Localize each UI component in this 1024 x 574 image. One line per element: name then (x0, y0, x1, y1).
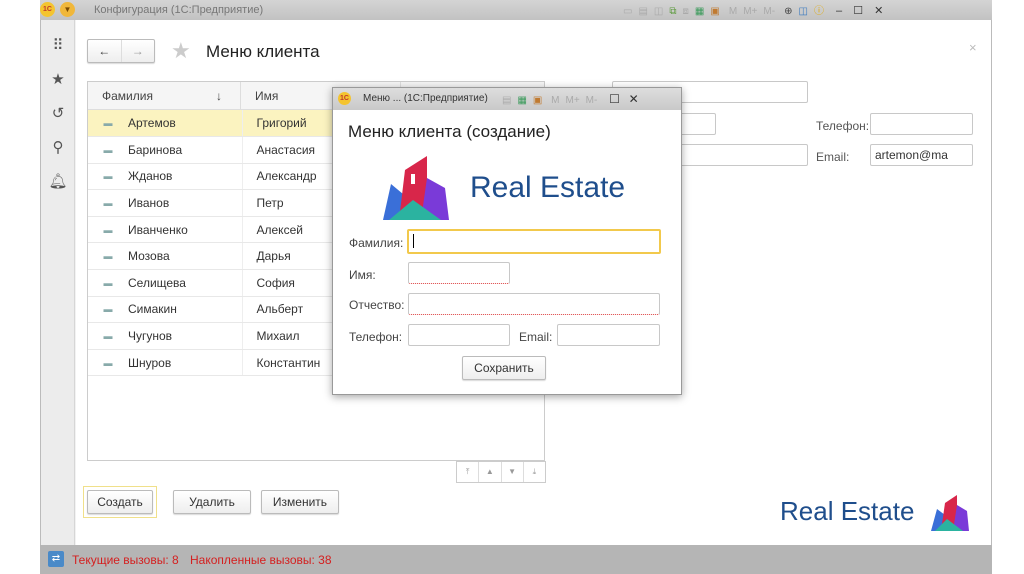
surname-input[interactable] (407, 229, 661, 254)
minimize-button[interactable]: – (836, 5, 842, 17)
move-down-button[interactable]: ▼ (502, 462, 524, 482)
preview-icon[interactable]: ◫ (654, 6, 663, 17)
dialog-heading: Меню клиента (создание) (348, 122, 551, 141)
name-label: Имя: (349, 268, 376, 282)
save-icon[interactable]: ▭ (623, 6, 632, 17)
dialog-calendar-icon[interactable]: ▣ (533, 95, 542, 106)
real-estate-logo-icon (931, 495, 969, 531)
name-input[interactable] (408, 262, 510, 284)
main-menu-icon[interactable]: ▼ (60, 2, 75, 17)
delete-button[interactable]: Удалить (173, 490, 251, 514)
cell-surname: Иванов (128, 189, 243, 217)
row-marker-icon: ▬ (88, 269, 128, 297)
row-marker-icon: ▬ (88, 136, 128, 164)
move-up-button[interactable]: ▲ (479, 462, 502, 482)
cell-surname: Мозова (128, 242, 243, 271)
phone-input[interactable] (408, 324, 510, 346)
row-marker-icon: ▬ (88, 242, 128, 271)
history-icon[interactable]: ↺ (41, 104, 75, 122)
cell-surname: Иванченко (128, 216, 243, 244)
dialog-1c-logo-icon: 1С (338, 92, 351, 105)
apps-grid-icon[interactable]: ⠿ (41, 36, 75, 54)
dialog-memory-minus[interactable]: M- (586, 95, 598, 106)
row-marker-icon: ▬ (88, 189, 128, 217)
favorite-star-icon[interactable]: ★ (171, 38, 191, 64)
brand-name: Real Estate (780, 496, 915, 526)
memory-minus-button[interactable]: M- (763, 6, 775, 17)
dialog-memory-plus[interactable]: M+ (565, 95, 579, 106)
memory-plus-button[interactable]: M+ (743, 6, 757, 17)
email-label-dialog: Email: (519, 330, 553, 344)
cell-surname: Артемов (128, 110, 243, 138)
save-button[interactable]: Сохранить (462, 356, 546, 380)
cell-surname: Жданов (128, 163, 243, 191)
row-marker-icon: ▬ (88, 296, 128, 324)
email-field[interactable]: artemon@ma (870, 144, 973, 166)
zoom-icon[interactable]: ⊕ (784, 6, 792, 17)
sort-down-icon: ↓ (216, 89, 222, 103)
maximize-button[interactable]: ☐ (853, 5, 863, 17)
window-title: Конфигурация (1С:Предприятие) (94, 4, 264, 16)
print-icon[interactable]: ▤ (638, 6, 647, 17)
title-bar: 1С ▼ Конфигурация (1С:Предприятие) ▭ ▤ ◫ ⧉ ⧈… (40, 0, 992, 20)
dialog-title: Меню ... (1С:Предприятие) (363, 93, 488, 104)
cell-surname: Баринова (128, 136, 243, 164)
phone-label: Телефон: (816, 119, 870, 133)
patronymic-field-bg[interactable] (676, 144, 808, 166)
cell-surname: Чугунов (128, 322, 243, 350)
dialog-calculator-icon[interactable]: ▦ (517, 95, 526, 106)
email-label: Email: (816, 150, 850, 164)
info-icon[interactable]: ⓘ (814, 6, 824, 17)
notifications-bell-icon[interactable]: 🔔︎ (41, 172, 75, 190)
cell-surname: Симакин (128, 296, 243, 324)
cell-surname: Селищева (128, 269, 243, 297)
back-button[interactable]: ← (88, 40, 122, 62)
close-form-icon[interactable]: × (969, 40, 977, 55)
move-top-button[interactable]: ⤒ (457, 462, 480, 482)
link-icon[interactable]: ⧉ (669, 6, 676, 17)
dialog-real-estate-logo-icon (383, 156, 449, 220)
current-calls: Текущие вызовы: 8 (72, 553, 179, 567)
cell-surname: Шнуров (128, 349, 243, 377)
row-marker-icon: ▬ (88, 110, 128, 138)
dialog-print-icon[interactable]: ▤ (502, 95, 511, 106)
patronymic-label: Отчество: (349, 298, 405, 312)
1c-logo-icon[interactable]: 1С (40, 2, 55, 17)
sidebar: ⠿ ★ ↺ ⚲ 🔔︎ (41, 20, 75, 545)
forward-button[interactable]: → (122, 40, 155, 62)
dialog-memory-m[interactable]: M (551, 95, 559, 106)
dialog-brand-name: Real Estate (470, 171, 626, 204)
search-icon[interactable]: ⚲ (41, 138, 75, 156)
name-field-bg[interactable] (676, 113, 716, 135)
surname-label: Фамилия: (349, 236, 404, 250)
create-client-dialog: 1С Меню ... (1С:Предприятие) ▤ ▦ ▣ M M+ M- ☐… (332, 87, 682, 395)
status-bar: ⇄ Текущие вызовы: 8 Накопленные вызовы: … (40, 545, 992, 574)
patronymic-input[interactable] (408, 293, 660, 315)
row-marker-icon: ▬ (88, 216, 128, 244)
calendar-icon[interactable]: ▣ (710, 6, 719, 17)
create-button[interactable]: Создать (87, 490, 153, 514)
row-marker-icon: ▬ (88, 322, 128, 350)
calculator-icon[interactable]: ▦ (695, 6, 704, 17)
row-marker-icon: ▬ (88, 163, 128, 191)
email-input[interactable] (557, 324, 660, 346)
close-button[interactable]: ✕ (874, 5, 883, 17)
column-header-surname[interactable]: Фамилия ↓ (88, 82, 241, 109)
row-marker-icon: ▬ (88, 349, 128, 377)
phone-label-dialog: Телефон: (349, 330, 403, 344)
page-title: Меню клиента (206, 42, 320, 61)
phone-field[interactable] (870, 113, 973, 135)
dialog-maximize-button[interactable]: ☐ (609, 92, 620, 106)
favorites-star-icon[interactable]: ★ (41, 70, 75, 88)
server-calls-icon[interactable]: ⇄ (48, 551, 64, 567)
edit-button[interactable]: Изменить (261, 490, 339, 514)
accumulated-calls: Накопленные вызовы: 38 (190, 553, 332, 567)
move-bottom-button[interactable]: ⤓ (524, 462, 545, 482)
dialog-close-button[interactable]: ✕ (629, 92, 639, 106)
copy-icon[interactable]: ⧈ (683, 6, 689, 17)
memory-m-button[interactable]: M (729, 6, 737, 17)
panels-icon[interactable]: ◫ (798, 6, 807, 17)
